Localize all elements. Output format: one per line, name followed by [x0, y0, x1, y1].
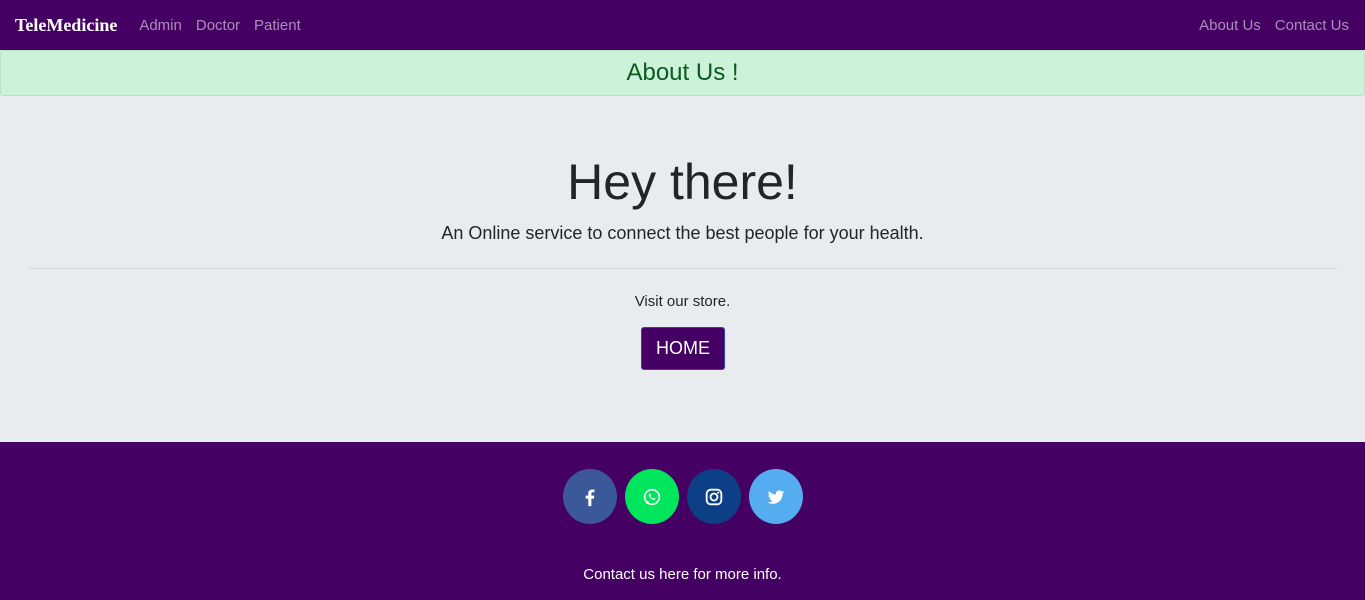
facebook-icon — [585, 488, 595, 506]
contact-text[interactable]: Contact us here for more info. — [0, 566, 1365, 584]
visit-text: Visit our store. — [634, 293, 731, 310]
facebook-button[interactable] — [563, 469, 617, 524]
instagram-button[interactable] — [687, 469, 741, 524]
page-title: Hey there! — [567, 154, 798, 210]
home-button[interactable]: HOME — [641, 327, 725, 370]
whatsapp-icon — [643, 488, 661, 505]
twitter-icon — [767, 489, 785, 504]
nav-link-doctor[interactable]: Doctor — [196, 17, 240, 34]
alert-text: About Us ! — [626, 59, 739, 86]
nav-left: Admin Doctor Patient — [139, 17, 314, 34]
nav-link-about-us[interactable]: About Us — [1199, 17, 1261, 34]
social-links — [0, 469, 1365, 524]
jumbotron: Hey there! An Online service to connect … — [0, 96, 1365, 442]
nav-right: About Us Contact Us — [1185, 17, 1349, 34]
lead-text: An Online service to connect the best pe… — [441, 223, 924, 243]
nav-link-admin[interactable]: Admin — [139, 17, 182, 34]
nav-link-patient[interactable]: Patient — [254, 17, 301, 34]
brand-logo[interactable]: TeleMedicine — [15, 15, 117, 36]
whatsapp-button[interactable] — [625, 469, 679, 524]
divider — [29, 268, 1337, 269]
navbar: TeleMedicine Admin Doctor Patient About … — [0, 0, 1365, 50]
alert-banner: About Us ! — [0, 50, 1365, 96]
instagram-icon — [705, 488, 723, 505]
twitter-button[interactable] — [749, 469, 803, 524]
footer: Contact us here for more info. — [0, 442, 1365, 600]
nav-link-contact-us[interactable]: Contact Us — [1275, 17, 1349, 34]
